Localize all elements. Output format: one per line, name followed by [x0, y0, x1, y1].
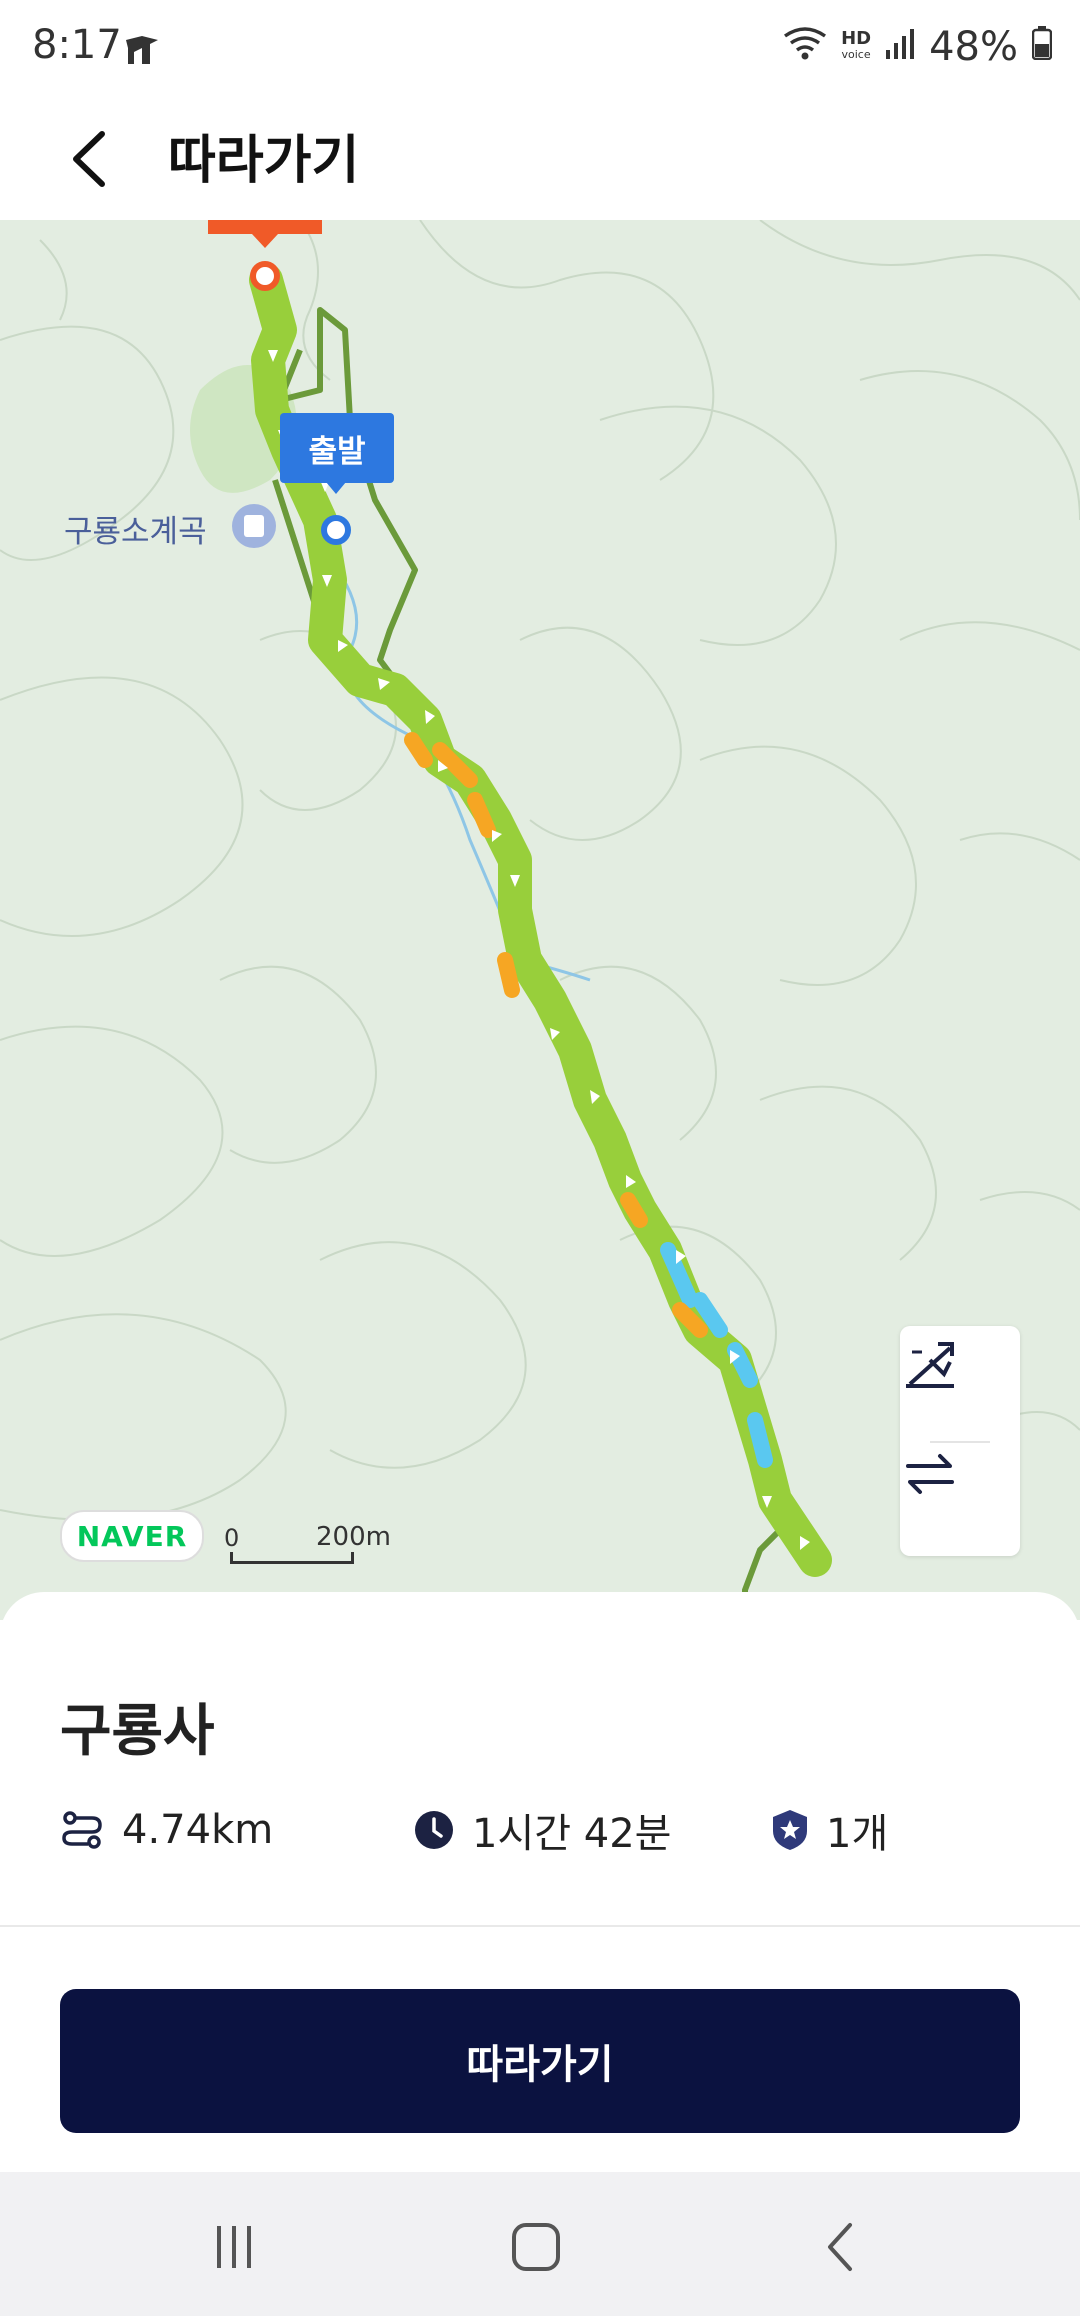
- follow-route-button[interactable]: 따라가기: [60, 1989, 1020, 2133]
- route-distance-icon: [62, 1811, 102, 1849]
- route-info-sheet: 구룡사 4.74km 1시간 42분 1개 따라가기: [0, 1592, 1080, 2172]
- elevation-toggle-button[interactable]: [900, 1334, 1020, 1442]
- home-button[interactable]: [496, 2212, 576, 2282]
- duration-value: 1시간 42분: [472, 1811, 672, 1857]
- duration-stat: 1시간 42분: [414, 1800, 671, 1860]
- system-back-button[interactable]: [800, 2212, 880, 2282]
- page-title: 따라가기: [168, 131, 360, 191]
- hd-voice-icon: HD voice: [841, 28, 872, 62]
- elevation-icon: [906, 1342, 954, 1388]
- back-button[interactable]: [60, 114, 120, 204]
- terrain-contours: [0, 220, 1080, 1521]
- scale-distance-label: 200m: [316, 1522, 391, 1552]
- wifi-icon: [783, 24, 827, 70]
- distance-value: 4.74km: [122, 1807, 274, 1853]
- status-indicators: HD voice 48%: [783, 22, 1053, 72]
- controls-divider: [930, 1441, 990, 1443]
- badge-count-value: 1개: [826, 1811, 889, 1857]
- clock-icon: [415, 1811, 453, 1849]
- scale-zero-label: 0: [224, 1524, 240, 1552]
- naver-logo: NAVER: [60, 1510, 204, 1562]
- chevron-left-icon: [73, 131, 105, 187]
- sheet-divider: [0, 1925, 1080, 1927]
- battery-icon: [1031, 24, 1053, 70]
- badge-stat: 1개: [772, 1800, 888, 1860]
- cell-signal-icon: [885, 24, 915, 70]
- home-icon: [512, 2223, 560, 2271]
- app-header: 따라가기: [0, 96, 1080, 220]
- scale-bar: [230, 1552, 354, 1564]
- route-stats: 4.74km 1시간 42분 1개: [60, 1800, 1060, 1860]
- shield-star-icon: [773, 1810, 807, 1850]
- swap-direction-icon: [906, 1454, 954, 1494]
- route-map[interactable]: 출발 구룡소계곡 NAVER 0 200m: [0, 220, 1080, 1620]
- battery-level-text: 48%: [929, 24, 1018, 70]
- recent-apps-button[interactable]: [194, 2212, 274, 2282]
- status-time: 8:17: [32, 22, 122, 68]
- app-notification-icon: [122, 30, 162, 70]
- start-marker-label[interactable]: 출발: [280, 413, 394, 483]
- start-pin-pointer-icon: [326, 482, 346, 494]
- recent-apps-icon: [217, 2226, 251, 2268]
- map-controls: [900, 1326, 1020, 1556]
- poi-label[interactable]: 구룡소계곡: [64, 506, 207, 551]
- swap-direction-button[interactable]: [900, 1444, 1020, 1552]
- status-bar: 8:17 HD voice 48%: [0, 0, 1080, 96]
- system-navigation-bar: [0, 2172, 1080, 2316]
- distance-stat: 4.74km: [60, 1800, 273, 1860]
- place-name: 구룡사: [60, 1699, 215, 1764]
- back-icon: [828, 2223, 852, 2271]
